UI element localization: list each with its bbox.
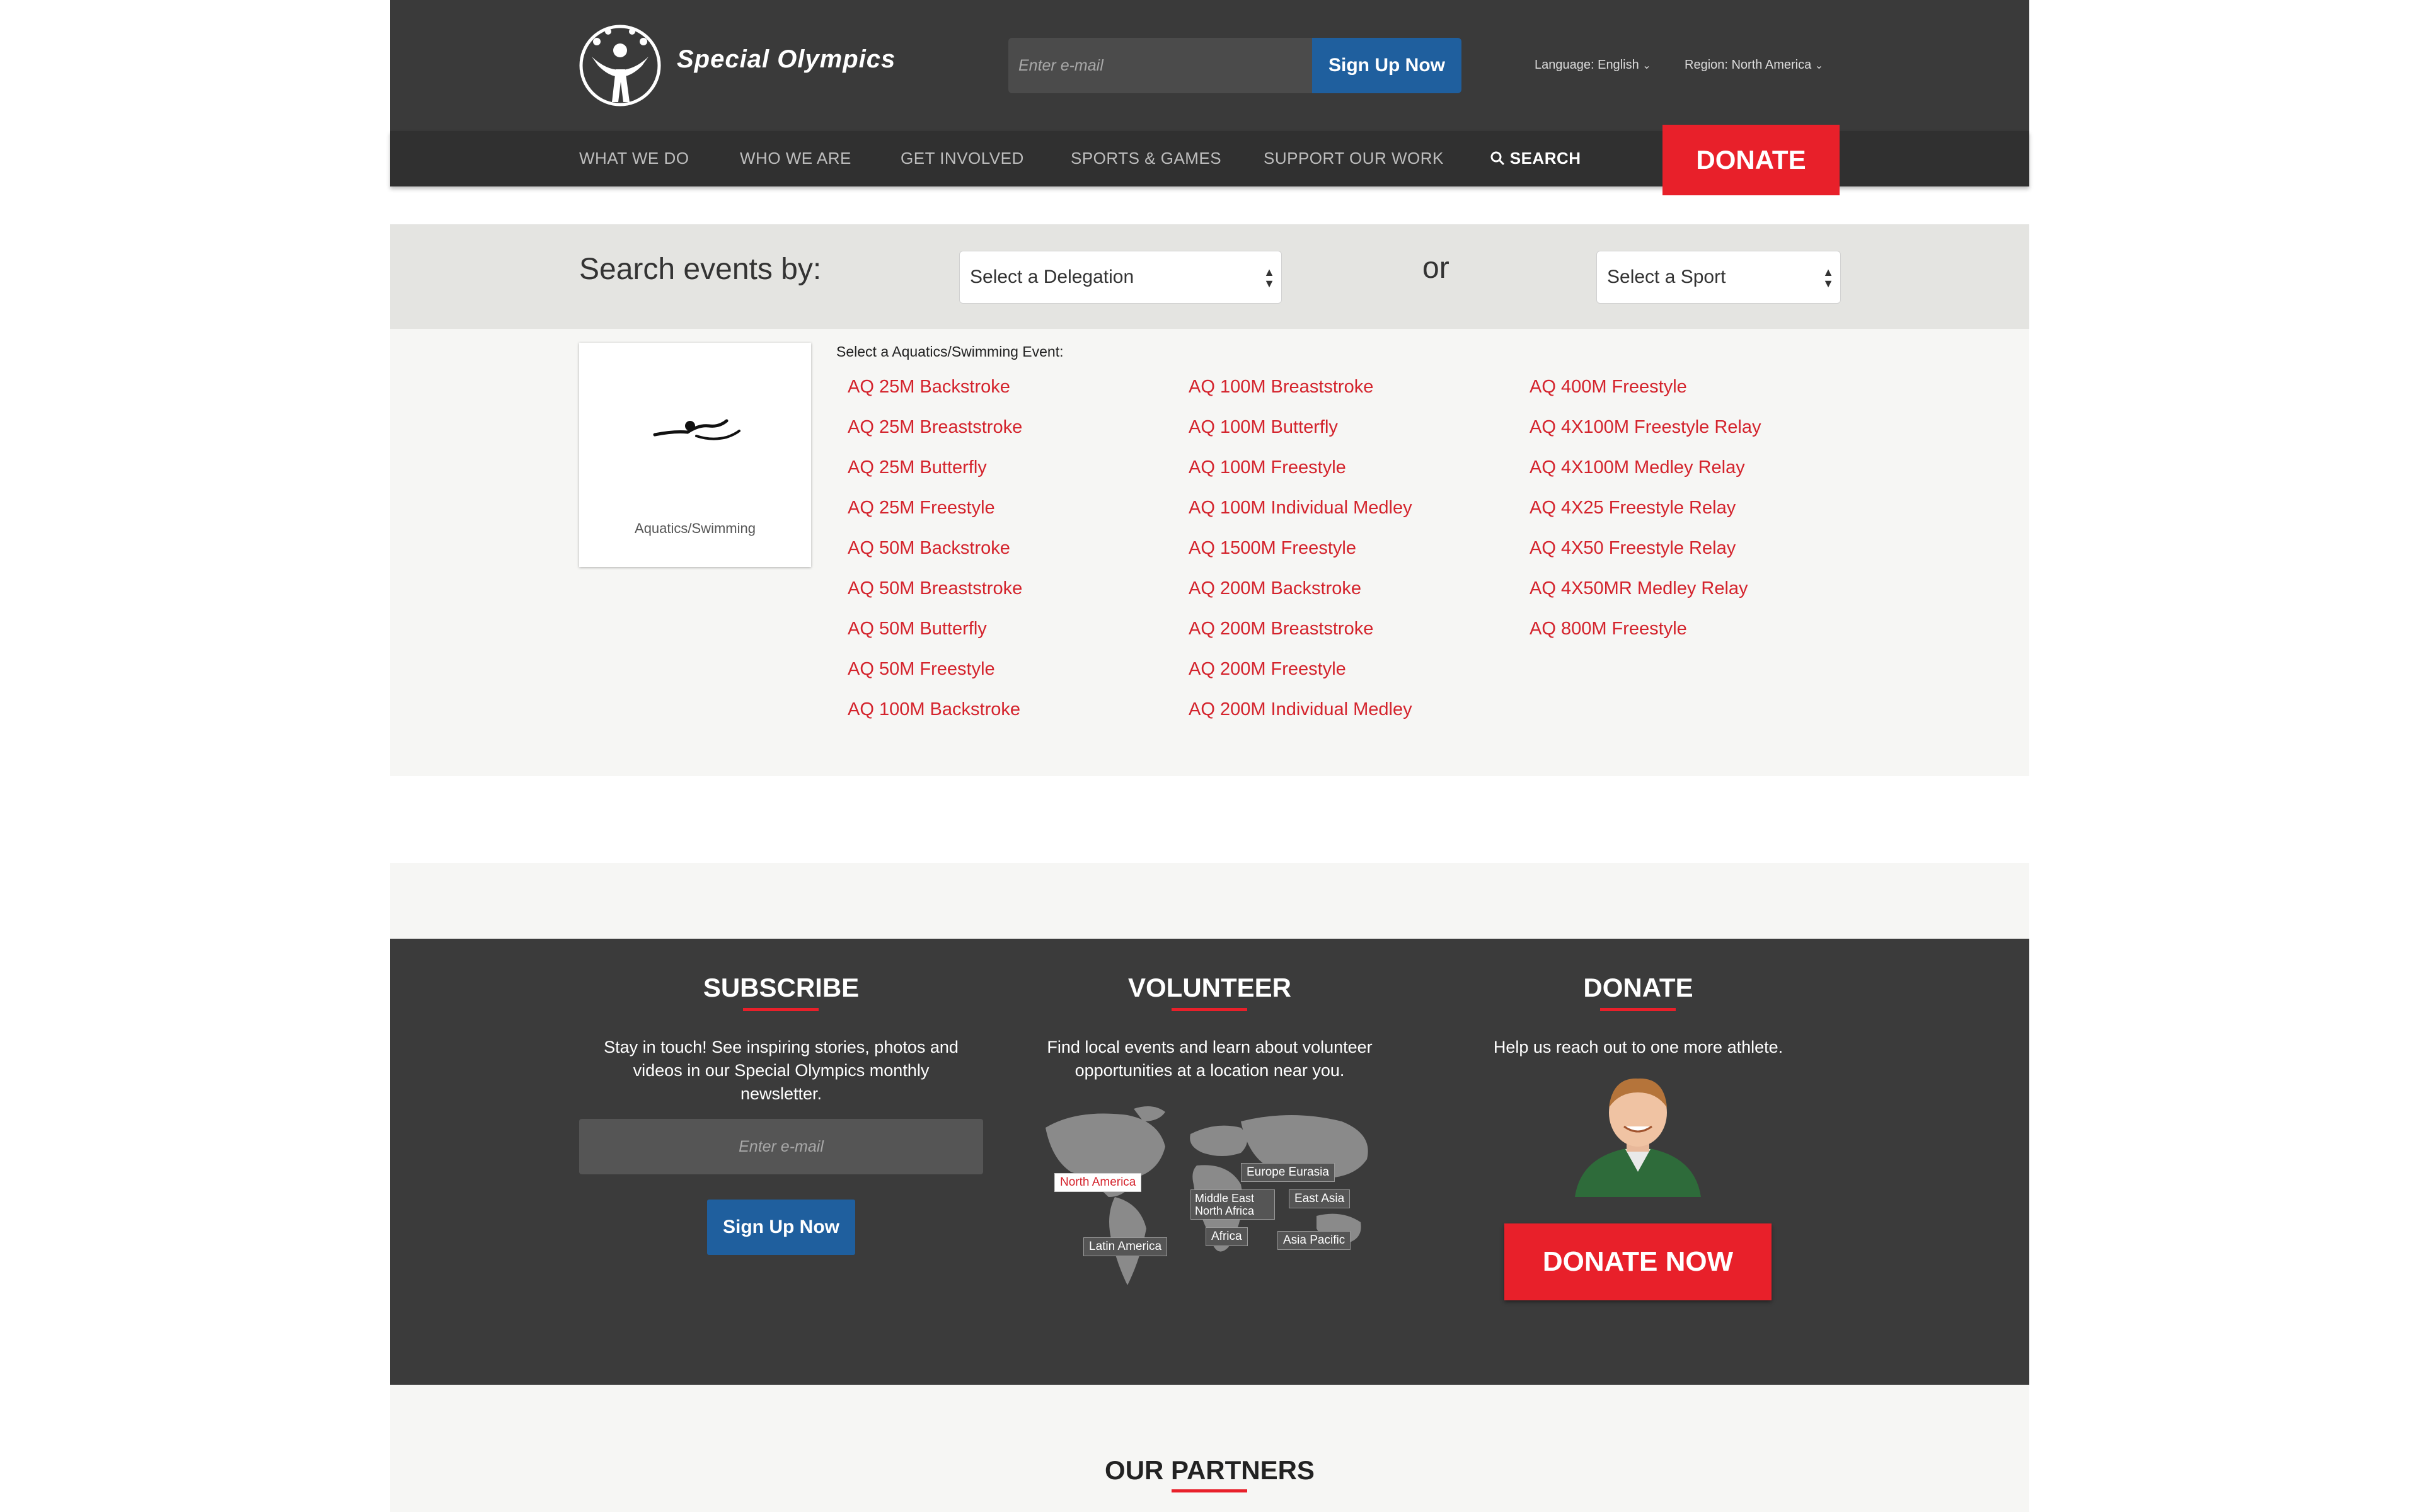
- event-link[interactable]: AQ 25M Breaststroke: [848, 417, 1022, 438]
- athlete-photo: [1550, 1071, 1726, 1197]
- nav-search-button[interactable]: SEARCH: [1490, 149, 1581, 168]
- region-label: Region: North America: [1685, 58, 1812, 72]
- event-link[interactable]: AQ 400M Freestyle: [1530, 377, 1687, 398]
- search-label: SEARCH: [1509, 149, 1581, 168]
- event-link[interactable]: AQ 25M Freestyle: [848, 498, 995, 518]
- map-label-north-america[interactable]: North America: [1054, 1173, 1142, 1192]
- section-divider: [390, 863, 2029, 940]
- partners-title: OUR PARTNERS: [1105, 1455, 1315, 1485]
- map-label-europe-eurasia[interactable]: Europe Eurasia: [1241, 1163, 1335, 1182]
- chevron-down-icon: ⌄: [1642, 60, 1651, 71]
- event-link[interactable]: AQ 200M Backstroke: [1189, 578, 1361, 599]
- partners-section: [390, 1385, 2029, 1512]
- events-heading: Select a Aquatics/Swimming Event:: [836, 343, 1064, 360]
- donate-underline: [1600, 1008, 1676, 1011]
- event-link[interactable]: AQ 800M Freestyle: [1530, 619, 1687, 639]
- subscribe-underline: [743, 1008, 819, 1011]
- volunteer-world-map[interactable]: North America Europe Eurasia Middle East…: [1039, 1102, 1392, 1292]
- delegation-select-value: Select a Delegation: [970, 266, 1134, 287]
- event-link[interactable]: AQ 50M Freestyle: [848, 659, 995, 680]
- event-link[interactable]: AQ 25M Butterfly: [848, 457, 987, 478]
- donate-text: Help us reach out to one more athlete.: [1493, 1038, 1783, 1057]
- partners-underline: [1172, 1489, 1247, 1492]
- select-arrows-icon: ▲ ▼: [1264, 266, 1275, 290]
- header-signup-label: Sign Up Now: [1328, 55, 1445, 76]
- subscribe-email-input[interactable]: [579, 1119, 983, 1174]
- sport-card-aquatics[interactable]: Aquatics/Swimming: [579, 343, 811, 567]
- event-link[interactable]: AQ 4X50MR Medley Relay: [1530, 578, 1748, 599]
- subscribe-signup-label: Sign Up Now: [723, 1217, 839, 1237]
- volunteer-title: VOLUNTEER: [1127, 973, 1291, 1002]
- event-link[interactable]: AQ 200M Breaststroke: [1189, 619, 1373, 639]
- event-link[interactable]: AQ 4X100M Freestyle Relay: [1530, 417, 1761, 438]
- or-label: or: [1422, 251, 1449, 285]
- language-label: Language: English: [1535, 58, 1639, 72]
- event-link[interactable]: AQ 100M Butterfly: [1189, 417, 1338, 438]
- nav-item-who-we-are[interactable]: WHO WE ARE: [740, 149, 851, 168]
- map-label-latin-america[interactable]: Latin America: [1083, 1237, 1168, 1256]
- special-olympics-logo-icon[interactable]: [579, 23, 661, 108]
- event-link[interactable]: AQ 100M Backstroke: [848, 699, 1020, 720]
- header-signup-button[interactable]: Sign Up Now: [1312, 38, 1461, 93]
- event-link[interactable]: AQ 50M Breaststroke: [848, 578, 1022, 599]
- sport-card-label: Aquatics/Swimming: [635, 520, 756, 536]
- language-selector[interactable]: Language: English ⌄: [1535, 58, 1651, 72]
- event-link[interactable]: AQ 100M Breaststroke: [1189, 377, 1373, 398]
- donate-button[interactable]: DONATE: [1662, 125, 1840, 195]
- event-link[interactable]: AQ 50M Butterfly: [848, 619, 987, 639]
- event-link[interactable]: AQ 1500M Freestyle: [1189, 538, 1356, 559]
- event-link[interactable]: AQ 200M Freestyle: [1189, 659, 1346, 680]
- nav-item-sports-games[interactable]: SPORTS & GAMES: [1071, 149, 1221, 168]
- brand-name[interactable]: Special Olympics: [677, 45, 896, 74]
- page: Special Olympics Sign Up Now Language: E…: [390, 0, 2029, 1512]
- map-label-east-asia[interactable]: East Asia: [1289, 1189, 1351, 1208]
- event-link[interactable]: AQ 4X25 Freestyle Relay: [1530, 498, 1736, 518]
- subscribe-title: SUBSCRIBE: [703, 973, 860, 1002]
- volunteer-underline: [1172, 1008, 1247, 1011]
- sport-select[interactable]: Select a Sport ▲ ▼: [1596, 251, 1841, 304]
- search-events-label: Search events by:: [579, 253, 822, 286]
- nav-item-get-involved[interactable]: GET INVOLVED: [901, 149, 1024, 168]
- event-link[interactable]: AQ 100M Freestyle: [1189, 457, 1346, 478]
- nav-item-what-we-do[interactable]: WHAT WE DO: [579, 149, 689, 168]
- chevron-down-icon: ⌄: [1814, 60, 1824, 71]
- volunteer-text: Find local events and learn about volunt…: [1047, 1038, 1373, 1080]
- map-label-africa[interactable]: Africa: [1206, 1227, 1248, 1246]
- region-selector[interactable]: Region: North America ⌄: [1685, 58, 1823, 72]
- nav-item-support-our-work[interactable]: SUPPORT OUR WORK: [1264, 149, 1444, 168]
- event-link[interactable]: AQ 200M Individual Medley: [1189, 699, 1412, 720]
- event-link[interactable]: AQ 25M Backstroke: [848, 377, 1010, 398]
- event-link[interactable]: AQ 4X100M Medley Relay: [1530, 457, 1745, 478]
- search-icon: [1490, 151, 1505, 166]
- event-link[interactable]: AQ 50M Backstroke: [848, 538, 1010, 559]
- subscribe-signup-button[interactable]: Sign Up Now: [707, 1200, 855, 1255]
- swimmer-icon: [653, 419, 740, 440]
- subscribe-text: Stay in touch! See inspiring stories, ph…: [604, 1038, 959, 1103]
- donate-now-label: DONATE NOW: [1542, 1246, 1734, 1277]
- map-label-middle-east-north-africa[interactable]: Middle East North Africa: [1190, 1189, 1275, 1220]
- donate-title: DONATE: [1583, 973, 1693, 1002]
- sport-select-value: Select a Sport: [1607, 266, 1726, 287]
- header-email-input[interactable]: [1008, 38, 1312, 93]
- select-arrows-icon: ▲ ▼: [1823, 266, 1834, 290]
- donate-label: DONATE: [1696, 145, 1806, 175]
- map-label-asia-pacific[interactable]: Asia Pacific: [1277, 1231, 1351, 1250]
- event-link[interactable]: AQ 4X50 Freestyle Relay: [1530, 538, 1736, 559]
- delegation-select[interactable]: Select a Delegation ▲ ▼: [959, 251, 1282, 304]
- event-link[interactable]: AQ 100M Individual Medley: [1189, 498, 1412, 518]
- donate-now-button[interactable]: DONATE NOW: [1504, 1223, 1772, 1300]
